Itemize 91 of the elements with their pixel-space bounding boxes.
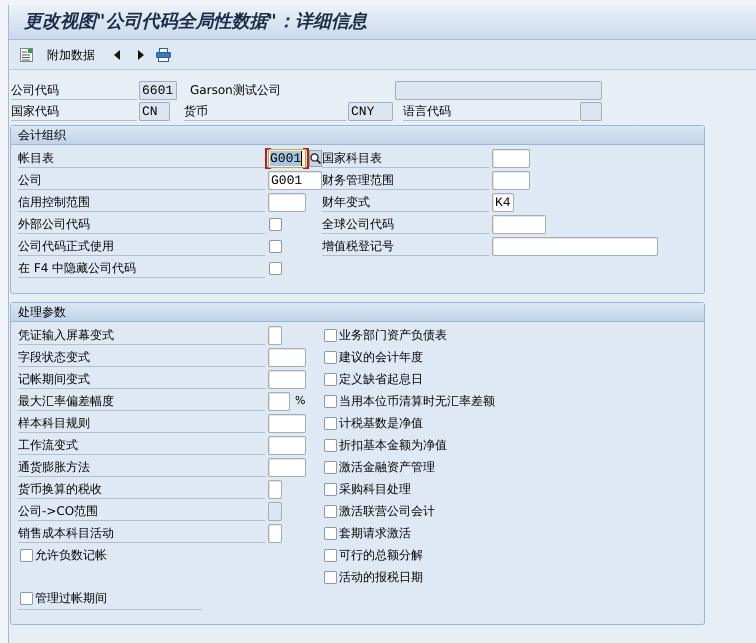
field-label: 公司代码正式使用 [18,236,265,256]
triangle-right-icon [138,50,144,60]
checkbox-label: 允许负数记帐 [35,548,107,562]
field-label: 最大汇率偏差幅度 [18,392,265,410]
checkbox[interactable] [324,350,337,364]
field-label: 语言代码 [403,102,579,121]
field-label: 凭证输入屏幕变式 [18,326,265,344]
search-button[interactable] [309,150,322,166]
input-field[interactable] [268,348,306,366]
checkbox[interactable] [324,394,337,408]
checkbox[interactable] [324,416,337,430]
display-field: 6601 [139,81,177,100]
input-field[interactable] [492,170,530,190]
checkbox-label: 激活金融资产管理 [339,460,435,474]
field-label: 增值税登记号 [322,236,489,256]
checkbox[interactable] [324,438,337,452]
input-field[interactable] [268,414,306,432]
document-icon [20,48,33,62]
field-label: 国家科目表 [322,148,489,168]
field-label: 通货膨胀方法 [18,458,265,476]
checkbox-label: 计税基数是净值 [339,416,423,430]
input-field[interactable] [492,214,546,234]
previous-button[interactable] [112,48,122,62]
input-field[interactable] [268,436,306,454]
checkbox[interactable] [269,262,282,274]
checkbox-label: 可行的总额分解 [339,548,423,562]
window-title: 更改视图"公司代码全局性数据"：详细信息 [24,11,367,33]
checkbox[interactable] [324,328,337,342]
checkbox[interactable] [324,504,337,518]
checkbox-label: 激活联营公司会计 [339,504,435,518]
search-icon [310,152,321,164]
checkbox[interactable] [20,592,33,605]
unit-label: % [295,394,306,408]
checkbox-label: 业务部门资产负债表 [339,328,447,342]
input-field[interactable]: G001 [265,148,309,168]
field-label: 外部公司代码 [18,214,265,234]
checkbox[interactable] [269,218,282,230]
input-field[interactable] [492,236,658,256]
checkbox[interactable] [324,548,337,562]
input-field[interactable] [268,370,306,388]
input-field[interactable]: K4 [492,192,514,212]
field-label: 货币换算的税收 [18,480,265,498]
checkbox[interactable] [20,548,33,562]
group-title: 会计组织 [18,128,66,142]
description-text: Garson测试公司 [190,83,281,98]
checkbox[interactable] [269,240,282,252]
group-title: 处理参数 [18,305,66,319]
field-label: 样本科目规则 [18,414,265,432]
input-field[interactable]: G001 [268,170,322,190]
triangle-left-icon [114,50,120,60]
input-field[interactable] [268,458,306,476]
input-field[interactable] [268,392,290,410]
field-label: 帐目表 [18,148,265,168]
print-button[interactable] [154,46,173,64]
field-label: 货币 [184,102,346,121]
field-label: 公司 [18,170,265,190]
checkbox[interactable] [324,482,337,496]
display-field: CNY [348,102,393,121]
field-label: 公司代码 [11,81,137,100]
field-label: 在 F4 中隐藏公司代码 [18,258,265,278]
next-button[interactable] [136,48,146,62]
field-label: 财务管理范围 [322,170,489,190]
field-label: 记帐期间变式 [18,370,265,388]
checkbox[interactable] [324,570,337,584]
checkbox-label: 折扣基本金额为净值 [339,438,447,452]
checkbox-label: 活动的报税日期 [339,570,423,584]
printer-icon [156,48,171,62]
input-field[interactable] [268,192,306,212]
field-label: 信用控制范围 [18,192,265,212]
field-label: 公司->CO范围 [18,502,265,520]
checkbox[interactable] [324,460,337,474]
checkbox[interactable] [324,372,337,386]
checkbox[interactable] [324,526,337,540]
display-field: CN [139,102,170,121]
input-field[interactable] [268,524,282,542]
input-field[interactable] [492,148,530,168]
checkbox-label: 当用本位币清算时无汇率差额 [339,394,495,408]
checkbox-label: 建议的会计年度 [339,350,423,364]
input-field[interactable] [268,480,282,498]
details-button[interactable]: 附加数据 [18,46,97,64]
checkbox-label: 采购科目处理 [339,482,411,496]
checkbox-label: 定义缺省起息日 [339,372,423,386]
field-label: 全球公司代码 [322,214,489,234]
field-label: 国家代码 [11,102,137,121]
field-label: 工作流变式 [18,436,265,454]
input-field[interactable] [268,326,282,344]
field-label: 销售成本科目活动 [18,524,265,542]
checkbox-label: 套期请求激活 [339,526,411,540]
field-label: 字段状态变式 [18,348,265,366]
checkbox-label: 管理过帐期间 [35,591,107,606]
field-label: 财年变式 [322,192,489,212]
